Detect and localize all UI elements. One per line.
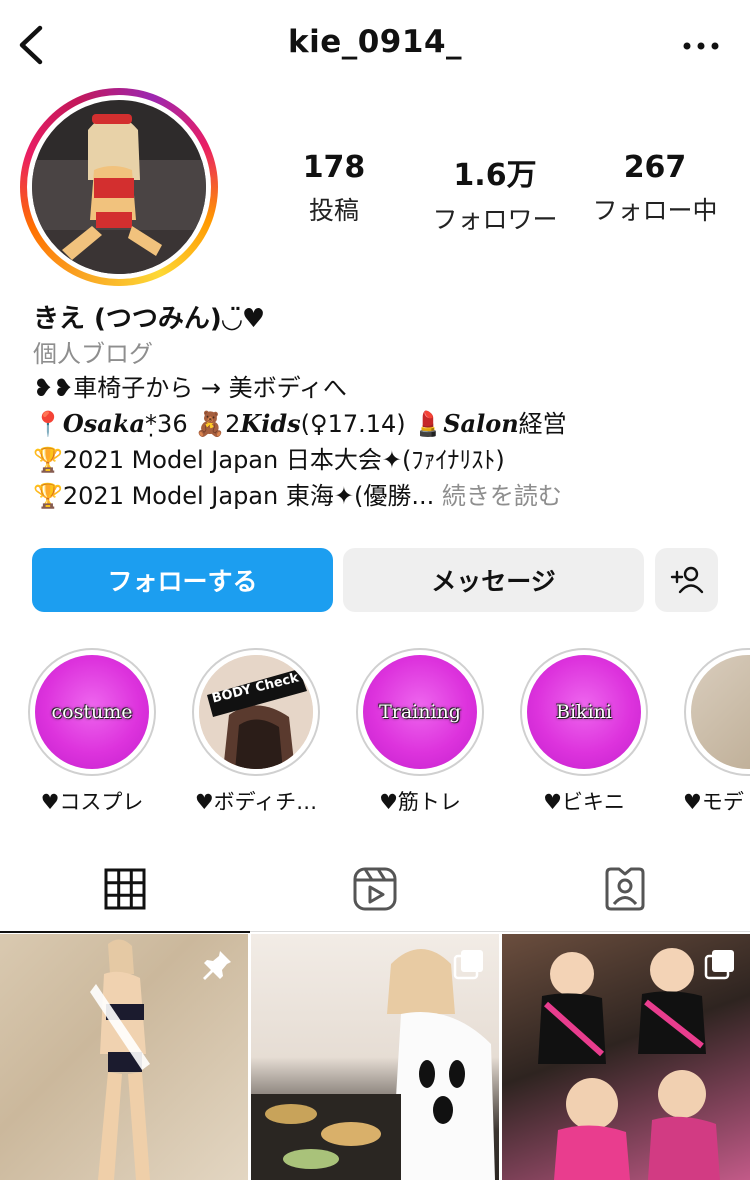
bio-kids: Kids — [240, 409, 301, 438]
followers-label: フォロワー — [432, 205, 558, 234]
message-button[interactable]: メッセージ — [343, 548, 644, 612]
highlight-cover-text: Training — [379, 701, 461, 723]
profile-category: 個人ブログ — [33, 340, 153, 368]
highlight-label: ♥ビキニ — [543, 790, 625, 814]
highlight-label: ♥ボディチ… — [194, 790, 318, 814]
reels-icon — [353, 867, 397, 911]
top-bar: kie_0914_ — [0, 0, 750, 92]
read-more-link[interactable]: 続きを読む — [434, 482, 562, 510]
profile-tabs — [0, 846, 750, 933]
highlight-label: ♥筋トレ — [379, 790, 461, 814]
highlight-cover: costume — [35, 655, 149, 769]
highlight-cover: Bikini — [527, 655, 641, 769]
highlight-model[interactable]: ♥モデ — [683, 648, 750, 816]
carousel-icon — [704, 950, 734, 980]
posts-stat[interactable]: 178 投稿 — [249, 150, 419, 227]
tab-posts-grid[interactable] — [0, 846, 250, 933]
highlight-body-check[interactable]: BODY Check ♥ボディチ… — [191, 648, 321, 816]
highlight-cover: BODY Check — [199, 655, 313, 769]
profile-bio: きえ (つつみん)◡̈♥ 個人ブログ ❥❥車椅子から → 美ボディへ 📍Osak… — [33, 298, 723, 514]
pin-emoji: 📍 — [33, 410, 63, 438]
posts-count: 178 — [302, 150, 366, 185]
pin-icon — [203, 951, 231, 980]
highlight-label: ♥コスプレ — [40, 790, 144, 814]
tagged-icon — [605, 867, 645, 911]
following-count: 267 — [623, 150, 687, 185]
followers-count: 1.6万 — [453, 158, 537, 193]
carousel-icon — [453, 950, 483, 980]
bio-line: 📍Osaka*̣36 🧸2Kids(♀17.14) 💄Salon経営 — [33, 406, 723, 442]
add-user-icon[interactable] — [655, 548, 718, 612]
story-highlights: costume ♥コスプレ BODY Check ♥ボディチ… Training — [0, 648, 750, 820]
ellipsis-icon[interactable] — [680, 28, 722, 64]
profile-stats: 178 投稿 1.6万 フォロワー 267 フォロー中 — [0, 150, 750, 234]
following-stat[interactable]: 267 フォロー中 — [570, 150, 740, 227]
following-label: フォロー中 — [592, 196, 718, 225]
post-thumbnail[interactable] — [0, 934, 248, 1180]
highlight-costume[interactable]: costume ♥コスプレ — [27, 648, 157, 816]
profile-username: kie_0914_ — [287, 24, 463, 60]
posts-label: 投稿 — [308, 196, 359, 225]
tab-reels[interactable] — [250, 846, 500, 932]
bio-line: 🏆2021 Model Japan 日本大会✦(ﾌｧｲﾅﾘｽﾄ) — [33, 446, 505, 474]
follow-button[interactable]: フォローする — [32, 548, 333, 612]
bio-tail: 経営 — [518, 410, 567, 438]
highlight-cover: Training — [363, 655, 477, 769]
bio-line-text: 🏆2021 Model Japan 東海✦(優勝... — [33, 482, 435, 510]
bio-line: ❥❥車椅子から → 美ボディへ — [33, 374, 347, 402]
highlight-training[interactable]: Training ♥筋トレ — [355, 648, 485, 816]
highlight-cover-text: costume — [51, 701, 133, 723]
highlight-label: ♥モデ — [683, 790, 744, 814]
bio-line: 🏆2021 Model Japan 東海✦(優勝... 続きを読む — [33, 478, 723, 514]
display-name: きえ (つつみん)◡̈♥ — [33, 304, 266, 334]
bio-salon: Salon — [443, 409, 519, 438]
post-thumbnail[interactable] — [251, 934, 499, 1180]
highlight-cover — [691, 655, 750, 769]
highlight-bikini[interactable]: Bikini ♥ビキニ — [519, 648, 649, 816]
bio-osaka: Osaka — [62, 409, 146, 438]
post-thumbnail[interactable] — [502, 934, 750, 1180]
tab-tagged[interactable] — [500, 846, 750, 932]
bio-age: *̣36 🧸2 — [145, 410, 241, 438]
grid-icon — [104, 868, 146, 910]
post-grid — [0, 934, 750, 1180]
followers-stat[interactable]: 1.6万 フォロワー — [410, 150, 580, 236]
highlight-cover-text: Bikini — [556, 701, 612, 723]
bio-kids-ages: (♀17.14) 💄 — [300, 410, 444, 438]
